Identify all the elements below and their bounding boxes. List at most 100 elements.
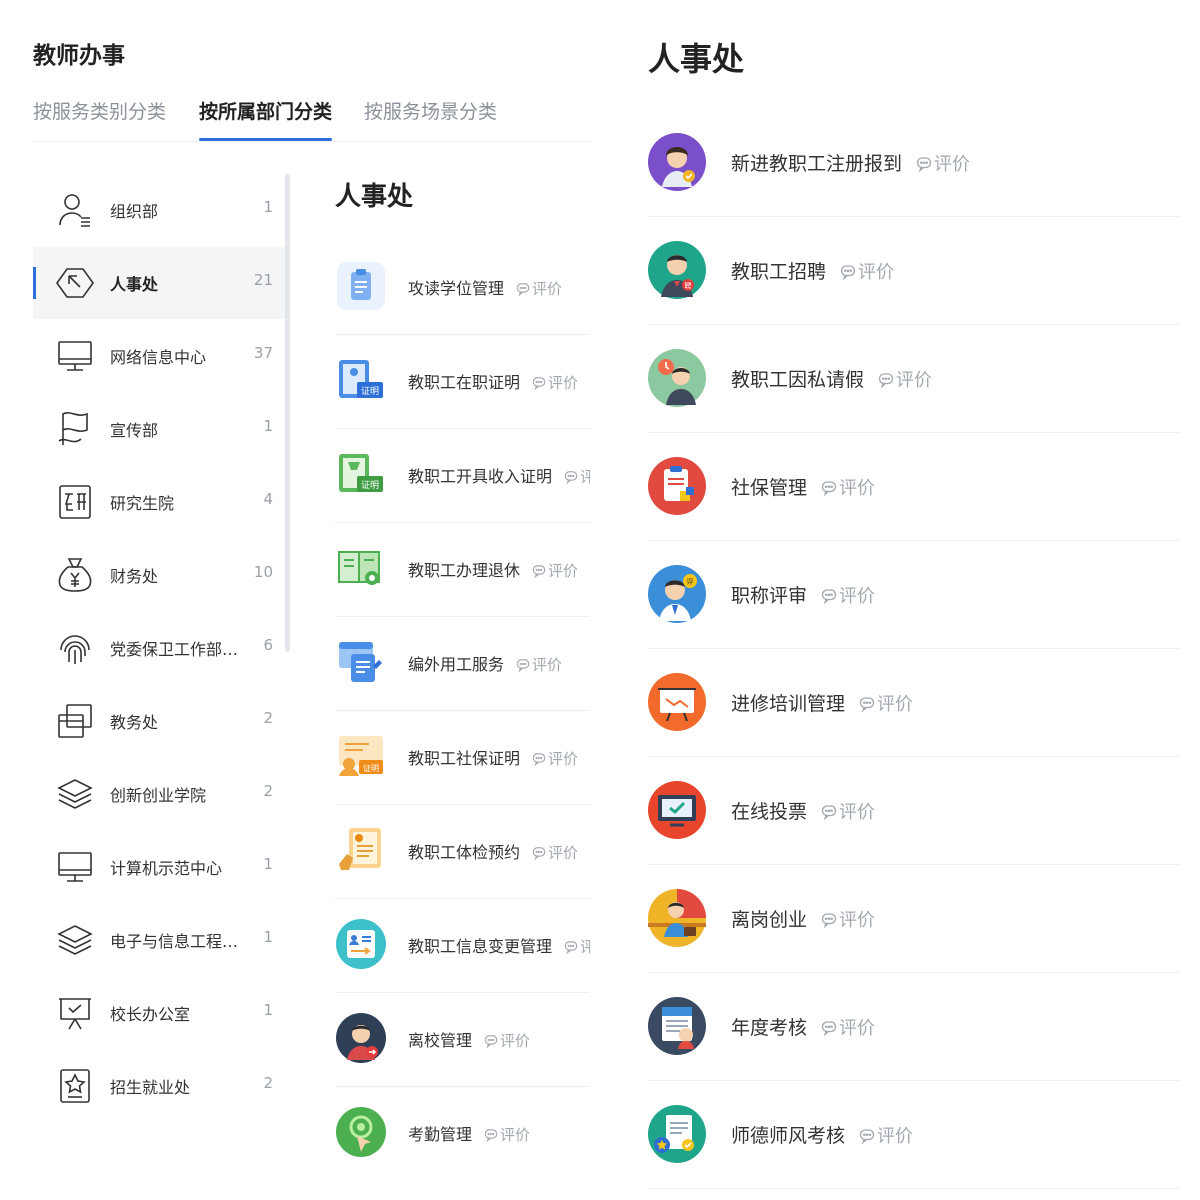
rate-link[interactable]: 评价 — [821, 1018, 875, 1039]
service-item[interactable]: 社保管理 评价 — [648, 432, 1180, 541]
service-label: 离岗创业 — [731, 909, 808, 931]
annual-assessment-icon — [648, 997, 706, 1055]
rate-link[interactable]: 评价 — [821, 802, 875, 823]
rate-link[interactable]: 评价 — [821, 586, 875, 607]
comment-icon — [484, 1035, 498, 1048]
department-name: 网络信息中心 — [110, 348, 207, 367]
service-item[interactable]: 编外用工服务 评价 — [335, 616, 590, 711]
rate-link[interactable]: 评价 — [516, 280, 562, 298]
rate-label: 评价 — [839, 802, 876, 823]
service-item[interactable]: 教职工信息变更管理 评价 — [335, 898, 590, 993]
service-item[interactable]: 聘 教职工招聘 评价 — [648, 216, 1180, 325]
service-label: 考勤管理 — [408, 1125, 473, 1144]
rate-link[interactable]: 评价 — [859, 1126, 913, 1147]
department-item-security[interactable]: 党委保卫工作部… 6 — [33, 612, 288, 684]
pointer-icon — [55, 263, 95, 303]
service-item[interactable]: 考勤管理 评价 — [335, 1086, 590, 1180]
income-certificate-icon: 证明 — [335, 448, 387, 500]
online-vote-icon — [648, 781, 706, 839]
rate-label: 评价 — [839, 586, 876, 607]
service-item[interactable]: 教职工办理退休 评价 — [335, 522, 590, 617]
department-item-academic-affairs[interactable]: 教务处 2 — [33, 685, 288, 757]
department-item-network-center[interactable]: 网络信息中心 37 — [33, 320, 288, 392]
rate-label: 评价 — [858, 262, 895, 283]
rate-link[interactable]: 评价 — [484, 1126, 530, 1144]
rate-label: 评价 — [532, 280, 563, 298]
rate-link[interactable]: 评价 — [532, 750, 578, 768]
tab-by-department[interactable]: 按所属部门分类 — [199, 96, 333, 141]
service-item[interactable]: 证明 教职工开具收入证明 评价 — [335, 428, 590, 523]
department-item-electronics-engineering[interactable]: 电子与信息工程… 1 — [33, 904, 288, 976]
rate-link[interactable]: 评价 — [821, 478, 875, 499]
department-item-publicity[interactable]: 宣传部 1 — [33, 393, 288, 465]
info-change-icon — [335, 918, 387, 970]
department-item-computer-demo-center[interactable]: 计算机示范中心 1 — [33, 831, 288, 903]
rate-link[interactable]: 评价 — [516, 656, 562, 674]
department-item-personnel[interactable]: 人事处 21 — [33, 247, 288, 319]
service-item[interactable]: 在线投票 评价 — [648, 756, 1180, 865]
department-name: 人事处 — [110, 275, 159, 294]
rate-label: 评价 — [896, 370, 933, 391]
service-item[interactable]: 证明 教职工在职证明 评价 — [335, 334, 590, 429]
rate-link[interactable]: 评价 — [484, 1032, 530, 1050]
service-item[interactable]: 离校管理 评价 — [335, 992, 590, 1087]
department-count: 4 — [263, 490, 273, 508]
service-item[interactable]: 证明 教职工社保证明 评价 — [335, 710, 590, 805]
department-count: 2 — [263, 782, 273, 800]
department-item-organization[interactable]: 组织部 1 — [33, 174, 288, 246]
service-item[interactable]: 攻读学位管理 评价 — [335, 240, 590, 335]
tab-by-service-scene[interactable]: 按服务场景分类 — [364, 96, 497, 140]
service-label: 在线投票 — [731, 801, 808, 823]
service-item[interactable]: 评 职称评审 评价 — [648, 540, 1180, 649]
service-item[interactable]: 离岗创业 评价 — [648, 864, 1180, 973]
comment-icon — [840, 265, 856, 280]
service-label: 教职工在职证明 — [408, 373, 521, 392]
attendance-icon — [335, 1106, 387, 1158]
department-item-graduate-school[interactable]: 研究生院 4 — [33, 466, 288, 538]
comment-icon — [532, 377, 546, 390]
window-icon — [55, 701, 95, 741]
rate-link[interactable]: 评价 — [564, 938, 590, 956]
rate-link[interactable]: 评价 — [840, 262, 894, 283]
service-label: 编外用工服务 — [408, 655, 505, 674]
right-section-title: 人事处 — [648, 40, 745, 78]
department-count: 1 — [263, 198, 273, 216]
department-count: 6 — [263, 636, 273, 654]
rate-label: 评价 — [839, 1018, 876, 1039]
department-count: 2 — [263, 709, 273, 727]
layers-icon — [55, 774, 95, 814]
rate-label: 评价 — [500, 1032, 531, 1050]
rate-link[interactable]: 评价 — [916, 154, 970, 175]
rate-label: 评价 — [580, 938, 590, 956]
service-item[interactable]: 教职工体检预约 评价 — [335, 804, 590, 899]
department-item-innovation-college[interactable]: 创新创业学院 2 — [33, 758, 288, 830]
rate-link[interactable]: 评价 — [564, 468, 590, 486]
leave-school-icon — [335, 1012, 387, 1064]
service-item[interactable]: 新进教职工注册报到 评价 — [648, 108, 1180, 217]
comment-icon — [516, 659, 530, 672]
service-label: 社保管理 — [731, 477, 808, 499]
recruitment-icon: 聘 — [648, 241, 706, 299]
rate-link[interactable]: 评价 — [532, 562, 578, 580]
rate-link[interactable]: 评价 — [859, 694, 913, 715]
service-item[interactable]: 进修培训管理 评价 — [648, 648, 1180, 757]
tab-by-service-type[interactable]: 按服务类别分类 — [33, 96, 166, 140]
rate-link[interactable]: 评价 — [878, 370, 932, 391]
department-item-president-office[interactable]: 校长办公室 1 — [33, 977, 288, 1049]
department-name: 研究生院 — [110, 494, 175, 513]
rate-link[interactable]: 评价 — [532, 374, 578, 392]
department-item-admissions-employment[interactable]: 招生就业处 2 — [33, 1050, 288, 1122]
department-list-scrollbar[interactable] — [285, 174, 290, 652]
comment-icon — [821, 481, 837, 496]
rate-link[interactable]: 评价 — [821, 910, 875, 931]
comment-icon — [532, 753, 546, 766]
middle-service-list: 攻读学位管理评价 证明 教职工在职证明评价 证明 教职工开具收入证明评价 教职工… — [335, 240, 590, 1180]
service-label: 攻读学位管理 — [408, 279, 505, 298]
service-item[interactable]: 教职工因私请假 评价 — [648, 324, 1180, 433]
clipboard-icon — [335, 260, 387, 312]
yan-icon — [55, 482, 95, 522]
department-item-finance[interactable]: 财务处 10 — [33, 539, 288, 611]
rate-link[interactable]: 评价 — [532, 844, 578, 862]
service-item[interactable]: 师德师风考核 评价 — [648, 1080, 1180, 1189]
service-item[interactable]: 年度考核 评价 — [648, 972, 1180, 1081]
